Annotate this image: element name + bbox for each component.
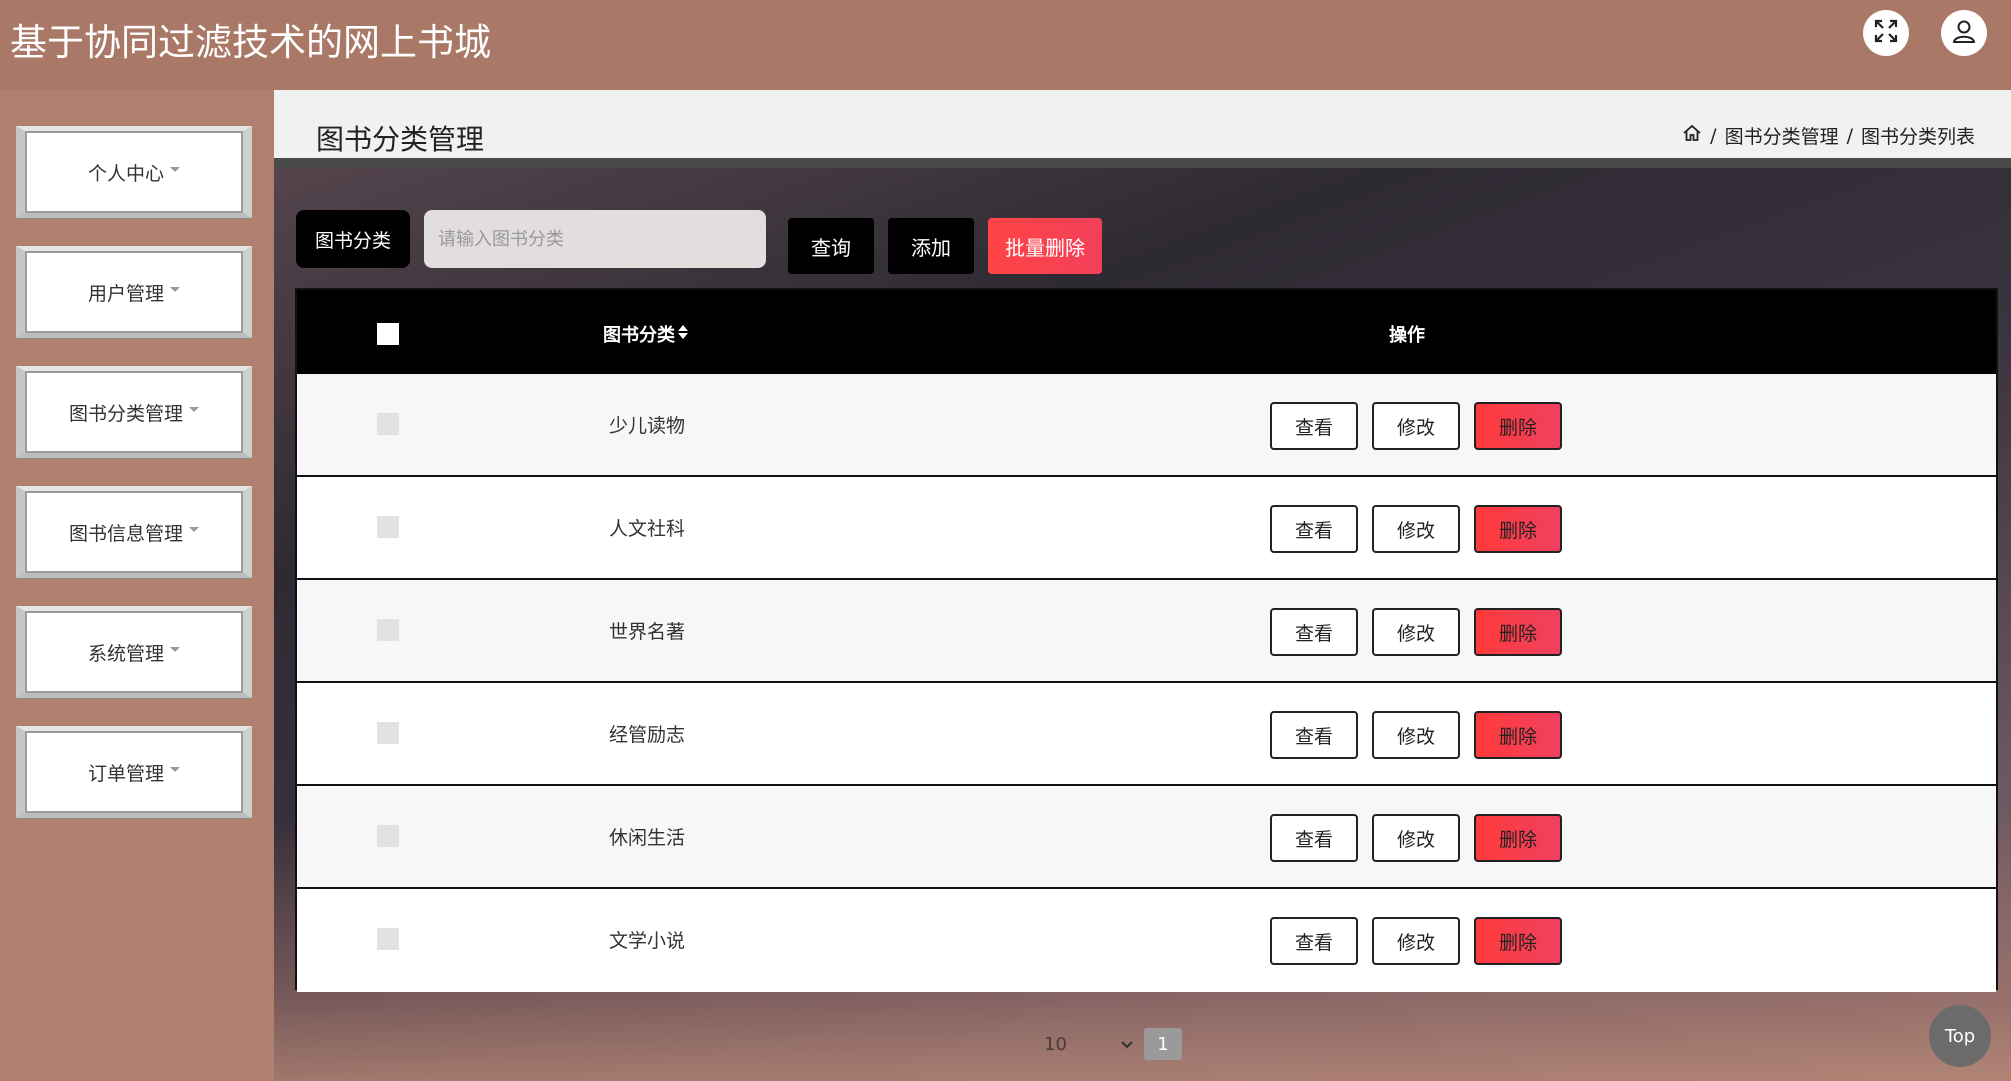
table-header: 图书分类 操作 — [297, 290, 1996, 374]
category-table: 图书分类 操作 少儿读物 查看 修改 删除 人文社科 查看 修改 删除 世界名著… — [295, 288, 1998, 992]
sidebar-item-label: 图书信息管理 — [68, 522, 183, 545]
view-button[interactable]: 查看 — [1270, 402, 1358, 450]
sidebar-item-book-info-management[interactable]: 图书信息管理 — [16, 486, 252, 578]
sidebar-item-personal-center[interactable]: 个人中心 — [16, 126, 252, 218]
delete-button[interactable]: 删除 — [1474, 917, 1562, 965]
delete-button[interactable]: 删除 — [1474, 402, 1562, 450]
fullscreen-button[interactable] — [1863, 10, 1909, 56]
sidebar-item-label: 图书分类管理 — [68, 402, 183, 425]
category-name: 文学小说 — [609, 930, 686, 952]
category-name: 人文社科 — [609, 518, 686, 540]
page-size-value: 10 — [1044, 1033, 1067, 1055]
edit-button[interactable]: 修改 — [1372, 402, 1460, 450]
view-button[interactable]: 查看 — [1270, 608, 1358, 656]
edit-button[interactable]: 修改 — [1372, 711, 1460, 759]
category-name: 休闲生活 — [609, 827, 686, 849]
view-button[interactable]: 查看 — [1270, 711, 1358, 759]
row-checkbox[interactable] — [377, 825, 399, 847]
sidebar-item-label: 订单管理 — [87, 762, 164, 785]
sidebar-item-order-management[interactable]: 订单管理 — [16, 726, 252, 818]
delete-button[interactable]: 删除 — [1474, 608, 1562, 656]
edit-button[interactable]: 修改 — [1372, 505, 1460, 553]
caret-down-icon — [170, 766, 180, 772]
column-header-actions: 操作 — [1389, 325, 1425, 346]
top-bar: 基于协同过滤技术的网上书城 — [0, 0, 2011, 90]
category-name: 少儿读物 — [609, 415, 686, 437]
row-actions: 查看 修改 删除 — [1270, 814, 1562, 862]
table-row: 人文社科 查看 修改 删除 — [297, 477, 1996, 580]
caret-down-icon — [170, 286, 180, 292]
row-actions: 查看 修改 删除 — [1270, 402, 1562, 450]
breadcrumb-separator: / — [1846, 124, 1853, 147]
batch-delete-button[interactable]: 批量删除 — [988, 218, 1102, 274]
table-row: 世界名著 查看 修改 删除 — [297, 580, 1996, 683]
chevron-down-icon — [1120, 1034, 1134, 1055]
row-actions: 查看 修改 删除 — [1270, 917, 1562, 965]
table-body: 少儿读物 查看 修改 删除 人文社科 查看 修改 删除 世界名著 查看 修改 删… — [297, 374, 1996, 992]
add-button[interactable]: 添加 — [888, 218, 974, 274]
app-title: 基于协同过滤技术的网上书城 — [10, 21, 491, 64]
breadcrumb-item: 图书分类列表 — [1860, 126, 1975, 148]
breadcrumb-separator: / — [1710, 124, 1717, 147]
query-button[interactable]: 查询 — [788, 218, 874, 274]
edit-button[interactable]: 修改 — [1372, 814, 1460, 862]
user-menu-button[interactable] — [1941, 10, 1987, 56]
table-row: 经管励志 查看 修改 删除 — [297, 683, 1996, 786]
table-row: 文学小说 查看 修改 删除 — [297, 889, 1996, 992]
user-icon — [1951, 18, 1977, 48]
view-button[interactable]: 查看 — [1270, 505, 1358, 553]
page-title-bar: 图书分类管理 / 图书分类管理 / 图书分类列表 — [274, 90, 2011, 168]
category-name: 世界名著 — [609, 621, 686, 643]
sort-icon[interactable] — [677, 324, 689, 345]
column-header-label: 图书分类 — [603, 325, 675, 346]
breadcrumb: / 图书分类管理 / 图书分类列表 — [1682, 122, 1975, 149]
row-actions: 查看 修改 删除 — [1270, 505, 1562, 553]
back-to-top-button[interactable]: Top — [1929, 1005, 1991, 1067]
sidebar-item-system-management[interactable]: 系统管理 — [16, 606, 252, 698]
row-checkbox[interactable] — [377, 516, 399, 538]
row-actions: 查看 修改 删除 — [1270, 608, 1562, 656]
row-actions: 查看 修改 删除 — [1270, 711, 1562, 759]
page-title: 图书分类管理 — [316, 123, 485, 156]
main-content: 图书分类管理 / 图书分类管理 / 图书分类列表 图书分类 查询 添加 批量删除… — [274, 90, 2011, 1081]
table-row: 少儿读物 查看 修改 删除 — [297, 374, 1996, 477]
row-checkbox[interactable] — [377, 928, 399, 950]
page-size-select[interactable]: 10 — [1044, 1034, 1134, 1055]
sidebar-item-label: 个人中心 — [87, 162, 164, 185]
pagination: 10 1 — [1044, 1028, 1182, 1060]
home-icon[interactable] — [1682, 123, 1702, 148]
search-input[interactable] — [424, 210, 766, 268]
sidebar: 个人中心 用户管理 图书分类管理 图书信息管理 系统管理 订单管理 — [0, 90, 274, 1081]
category-name: 经管励志 — [609, 724, 686, 746]
caret-down-icon — [170, 166, 180, 172]
breadcrumb-item[interactable]: 图书分类管理 — [1725, 122, 1839, 149]
edit-button[interactable]: 修改 — [1372, 608, 1460, 656]
row-checkbox[interactable] — [377, 413, 399, 435]
sidebar-item-book-category-management[interactable]: 图书分类管理 — [16, 366, 252, 458]
caret-down-icon — [189, 406, 199, 412]
sidebar-item-label: 用户管理 — [87, 282, 164, 305]
page-number-current[interactable]: 1 — [1144, 1028, 1182, 1060]
view-button[interactable]: 查看 — [1270, 917, 1358, 965]
fullscreen-icon — [1873, 18, 1899, 48]
column-header-category[interactable]: 图书分类 — [603, 321, 689, 347]
delete-button[interactable]: 删除 — [1474, 814, 1562, 862]
sidebar-item-user-management[interactable]: 用户管理 — [16, 246, 252, 338]
delete-button[interactable]: 删除 — [1474, 711, 1562, 759]
table-row: 休闲生活 查看 修改 删除 — [297, 786, 1996, 889]
caret-down-icon — [189, 526, 199, 532]
delete-button[interactable]: 删除 — [1474, 505, 1562, 553]
caret-down-icon — [170, 646, 180, 652]
edit-button[interactable]: 修改 — [1372, 917, 1460, 965]
row-checkbox[interactable] — [377, 722, 399, 744]
view-button[interactable]: 查看 — [1270, 814, 1358, 862]
search-label: 图书分类 — [296, 210, 410, 268]
row-checkbox[interactable] — [377, 619, 399, 641]
select-all-checkbox[interactable] — [377, 323, 399, 345]
sidebar-item-label: 系统管理 — [87, 642, 164, 665]
